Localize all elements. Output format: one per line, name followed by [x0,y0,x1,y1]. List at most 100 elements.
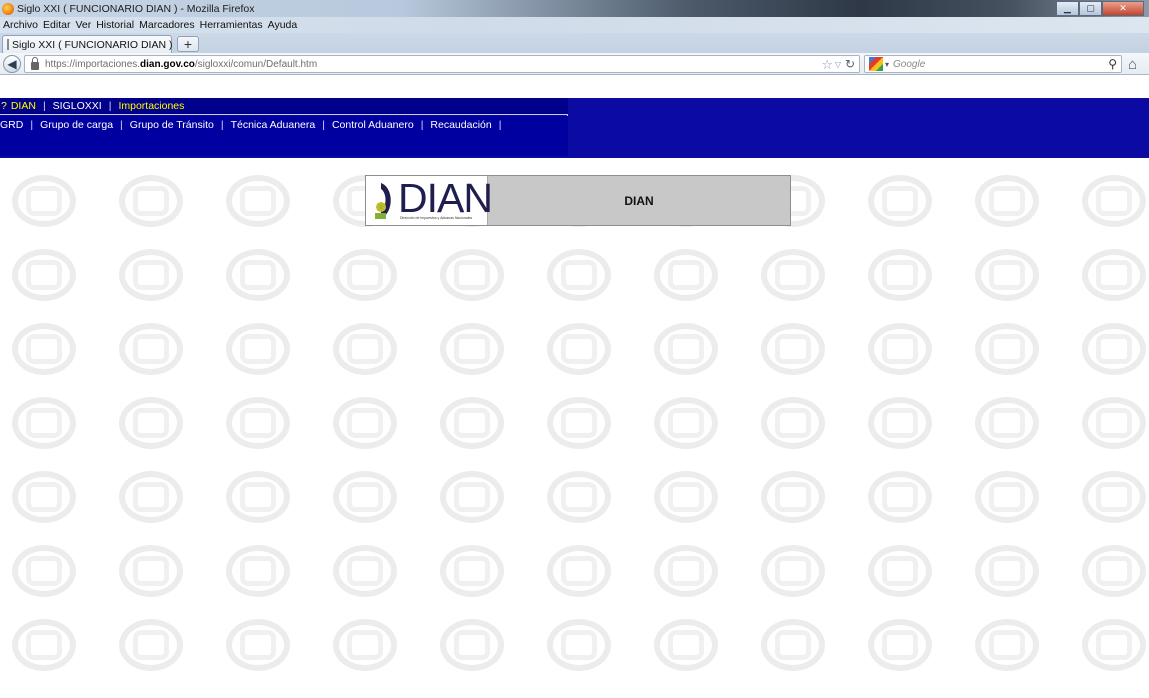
minimize-button[interactable]: ▁ [1056,1,1079,16]
nav-grd[interactable]: GRD [0,119,23,131]
bookmark-star-icon[interactable]: ☆ [821,57,833,73]
watermark-seal-icon [115,542,187,600]
watermark-seal-icon [864,172,936,230]
maximize-button[interactable]: ▢ [1079,1,1102,16]
watermark-seal-icon [757,468,829,526]
watermark-seal-icon [329,468,401,526]
top-nav-row-2: GRD | Grupo de carga | Grupo de Tránsito… [0,116,568,156]
page-content: ? DIAN | SIGLOXXI | Importaciones GRD | … [0,98,1149,698]
watermark-seal-icon [757,542,829,600]
watermark-seal-icon [543,320,615,378]
menu-archivo[interactable]: Archivo [3,19,38,31]
dian-banner: DIAN Dirección de Impuestos y Aduanas Na… [365,175,791,226]
back-button[interactable]: ◀ [3,55,21,73]
search-input[interactable]: ▾ Google ⚲ [864,55,1122,73]
nav-tecnica-aduanera[interactable]: Técnica Aduanera [231,119,316,131]
home-icon[interactable]: ⌂ [1128,56,1137,73]
logo-subtitle: Dirección de Impuestos y Aduanas Naciona… [400,216,473,220]
watermark-seal-icon [222,394,294,452]
engine-dropdown-icon[interactable]: ▾ [885,60,889,69]
nav-separator: | [120,119,123,131]
watermark-seal-icon [329,246,401,304]
nav-importaciones[interactable]: Importaciones [118,100,184,112]
watermark-seal-icon [436,542,508,600]
nav-grupo-de-carga[interactable]: Grupo de carga [40,119,113,131]
watermark-seal-icon [1078,542,1149,600]
nav-grupo-de-transito[interactable]: Grupo de Tránsito [130,119,214,131]
watermark-seal-icon [8,320,80,378]
watermark-seal-icon [757,320,829,378]
watermark-seal-icon [971,542,1043,600]
tab-bar: Siglo XXI ( FUNCIONARIO DIAN ) + [0,33,1149,53]
watermark-seal-icon [971,172,1043,230]
watermark-seal-icon [115,616,187,674]
watermark-seal-icon [222,246,294,304]
watermark-seal-icon [650,246,722,304]
window-title: Siglo XXI ( FUNCIONARIO DIAN ) - Mozilla… [17,2,255,15]
watermark-seal-icon [1078,394,1149,452]
watermark-seal-icon [8,616,80,674]
watermark-seal-icon [222,468,294,526]
google-icon[interactable] [869,57,883,71]
watermark-seal-icon [115,320,187,378]
watermark-seal-icon [543,394,615,452]
nav-separator: | [498,119,502,131]
url-bar[interactable]: https://importaciones.dian.gov.co/siglox… [24,55,860,73]
nav-recaudacion[interactable]: Recaudación [430,119,491,131]
watermark-seal-icon [436,320,508,378]
menu-herramientas[interactable]: Herramientas [200,19,263,31]
watermark-seal-icon [1078,172,1149,230]
watermark-seal-icon [1078,468,1149,526]
watermark-seal-icon [650,394,722,452]
watermark-seal-icon [329,616,401,674]
watermark-seal-icon [650,542,722,600]
menu-ayuda[interactable]: Ayuda [268,19,298,31]
watermark-seal-icon [650,616,722,674]
watermark-seal-icon [436,468,508,526]
nav-sigloxxi[interactable]: SIGLOXXI [53,100,102,112]
search-placeholder: Google [893,58,926,70]
nav-separator: | [108,100,112,112]
banner-title-cell: DIAN [488,176,790,225]
new-tab-button[interactable]: + [177,36,199,52]
navigation-bar: ◀ https://importaciones.dian.gov.co/sigl… [0,53,1149,75]
top-nav-row-1: ? DIAN | SIGLOXXI | Importaciones [0,98,568,115]
browser-tab[interactable]: Siglo XXI ( FUNCIONARIO DIAN ) [2,35,172,53]
watermark-seal-icon [115,394,187,452]
menu-editar[interactable]: Editar [43,19,70,31]
page-icon [7,39,9,50]
watermark-seal-icon [543,468,615,526]
watermark-seal-icon [222,542,294,600]
help-link[interactable]: ? [1,100,7,112]
nav-control-aduanero[interactable]: Control Aduanero [332,119,414,131]
menu-historial[interactable]: Historial [96,19,134,31]
watermark-seal-icon [864,320,936,378]
watermark-seal-icon [971,246,1043,304]
reload-icon[interactable]: ↻ [845,57,855,71]
url-text[interactable]: https://importaciones.dian.gov.co/siglox… [45,59,317,70]
nav-dian[interactable]: DIAN [11,100,36,112]
watermark-seal-icon [329,394,401,452]
watermark-seal-icon [222,172,294,230]
close-button[interactable]: ✕ [1102,1,1144,16]
search-icon[interactable]: ⚲ [1108,57,1117,71]
menu-marcadores[interactable]: Marcadores [139,19,194,31]
watermark-seal-icon [436,394,508,452]
nav-separator: | [322,119,325,131]
logo-text: DIAN [398,175,493,221]
watermark-seal-icon [971,616,1043,674]
watermark-seal-icon [757,246,829,304]
watermark-seal-icon [650,468,722,526]
watermark-seal-icon [1078,320,1149,378]
watermark-seal-icon [436,246,508,304]
watermark-seal-icon [115,468,187,526]
menu-ver[interactable]: Ver [75,19,91,31]
watermark-seal-icon [757,394,829,452]
watermark-seal-icon [650,320,722,378]
watermark-seal-icon [543,246,615,304]
watermark-seal-icon [864,246,936,304]
watermark-seal-icon [115,172,187,230]
tab-title: Siglo XXI ( FUNCIONARIO DIAN ) [12,38,173,51]
history-dropdown-icon[interactable]: ▽ [835,60,841,69]
watermark-seal-icon [864,394,936,452]
